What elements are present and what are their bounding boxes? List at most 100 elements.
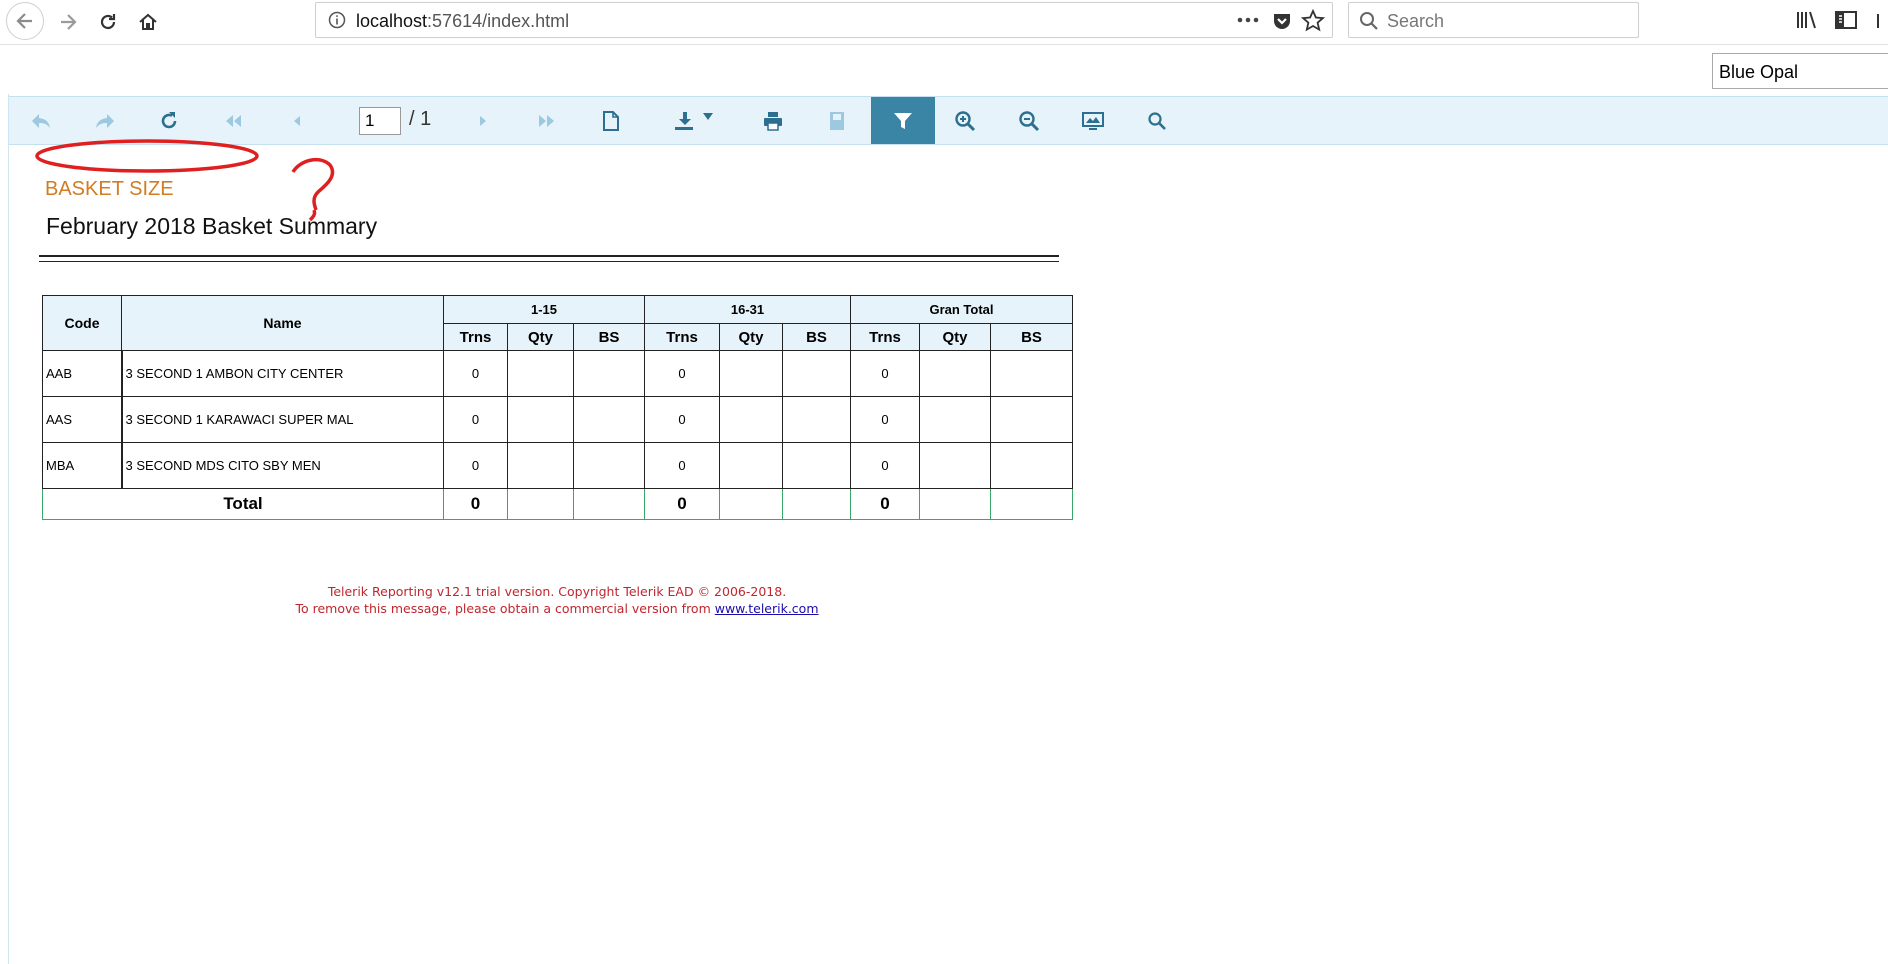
trial-notice-line1: Telerik Reporting v12.1 trial version. C… — [327, 584, 787, 599]
trial-notice: Telerik Reporting v12.1 trial version. C… — [0, 583, 1114, 617]
info-icon[interactable] — [328, 11, 346, 29]
history-forward-button[interactable] — [79, 97, 131, 144]
menu-icon[interactable] — [1876, 10, 1886, 32]
browser-toolbar: localhost:57614/index.html Search — [0, 0, 1888, 45]
column-header-qty: Qty — [507, 323, 574, 351]
telerik-link[interactable]: www.telerik.com — [715, 601, 819, 616]
cell-name: 3 SECOND 1 KARAWACI SUPER MAL — [121, 396, 444, 443]
total-qty-1-15 — [507, 488, 574, 520]
report-title: February 2018 Basket Summary — [46, 213, 378, 239]
cell-trns-1-15: 0 — [443, 350, 508, 397]
cell-qty-16-31 — [719, 442, 783, 489]
zoom-out-button[interactable] — [1003, 97, 1055, 144]
cell-trns-total: 0 — [850, 350, 920, 397]
total-qty-16-31 — [719, 488, 783, 520]
search-icon — [1148, 111, 1166, 130]
back-icon — [32, 113, 50, 128]
next-page-button[interactable] — [457, 97, 509, 144]
reload-icon — [100, 14, 116, 30]
cell-trns-1-15: 0 — [443, 442, 508, 489]
total-qty-total — [919, 488, 991, 520]
url-path: :57614/index.html — [427, 11, 570, 31]
cell-trns-16-31: 0 — [644, 350, 720, 397]
theme-select[interactable]: Blue Opal — [1712, 53, 1888, 89]
table-row: MBA 3 SECOND MDS CITO SBY MEN 0 0 0 — [42, 442, 1073, 489]
trial-notice-line2: To remove this message, please obtain a … — [0, 600, 1114, 617]
print-preview-button[interactable] — [585, 97, 637, 144]
column-header-bs: BS — [782, 323, 851, 351]
cell-bs-16-31 — [782, 350, 851, 397]
document-map-icon — [830, 111, 844, 130]
url-host: localhost — [356, 11, 428, 31]
zoom-out-icon — [1019, 110, 1040, 131]
toggle-print-preview-icon — [603, 110, 619, 131]
browser-back-button[interactable] — [6, 2, 44, 40]
total-bs-1-15 — [573, 488, 645, 520]
search-report-button[interactable] — [1131, 97, 1183, 144]
url-text: localhost:57614/index.html — [356, 11, 569, 32]
export-button[interactable] — [659, 97, 729, 144]
column-header-trns: Trns — [443, 323, 508, 351]
search-icon — [1360, 12, 1378, 30]
bookmark-star-icon[interactable] — [1301, 9, 1325, 33]
url-bar[interactable]: localhost:57614/index.html — [315, 2, 1333, 38]
scale-mode-icon — [1082, 111, 1104, 130]
column-header-trns: Trns — [850, 323, 920, 351]
zoom-in-button[interactable] — [939, 97, 991, 144]
column-group-1-15: 1-15 — [443, 295, 645, 324]
browser-reload-button[interactable] — [88, 2, 128, 42]
zoom-in-icon — [955, 110, 976, 131]
scale-mode-button[interactable] — [1067, 97, 1119, 144]
total-bs-total — [990, 488, 1073, 520]
browser-search-field[interactable]: Search — [1348, 2, 1639, 38]
total-trns-16-31: 0 — [644, 488, 720, 520]
parameters-button[interactable] — [871, 97, 935, 144]
forward-icon — [96, 113, 114, 128]
cell-trns-total: 0 — [850, 442, 920, 489]
cell-trns-16-31: 0 — [644, 442, 720, 489]
cell-qty-1-15 — [507, 442, 574, 489]
arrow-right-icon — [61, 14, 77, 30]
cell-qty-1-15 — [507, 396, 574, 443]
theme-select-value: Blue Opal — [1719, 62, 1799, 82]
browser-forward-button[interactable] — [48, 2, 88, 42]
cell-trns-16-31: 0 — [644, 396, 720, 443]
total-trns-total: 0 — [850, 488, 920, 520]
cell-trns-1-15: 0 — [443, 396, 508, 443]
refresh-icon — [161, 111, 177, 128]
trial-notice-text: To remove this message, please obtain a … — [295, 601, 715, 616]
refresh-report-button[interactable] — [143, 97, 195, 144]
report-subtitle: BASKET SIZE — [45, 178, 174, 200]
column-header-code: Code — [42, 295, 122, 351]
total-trns-1-15: 0 — [443, 488, 508, 520]
column-group-16-31: 16-31 — [644, 295, 851, 324]
cell-bs-16-31 — [782, 396, 851, 443]
previous-page-icon — [294, 115, 300, 126]
document-map-button[interactable] — [811, 97, 863, 144]
print-button[interactable] — [747, 97, 799, 144]
cell-qty-16-31 — [719, 350, 783, 397]
cell-qty-total — [919, 396, 991, 443]
first-page-button[interactable] — [207, 97, 259, 144]
total-label: Total — [42, 488, 444, 520]
page-number-input[interactable] — [359, 107, 401, 135]
page-count-label: / 1 — [409, 108, 432, 130]
sidebar-icon[interactable] — [1834, 9, 1858, 31]
previous-page-button[interactable] — [271, 97, 323, 144]
pocket-icon[interactable] — [1271, 10, 1293, 32]
cell-bs-total — [990, 396, 1073, 443]
history-back-button[interactable] — [15, 97, 67, 144]
last-page-button[interactable] — [521, 97, 573, 144]
browser-home-button[interactable] — [128, 2, 168, 42]
library-icon[interactable] — [1795, 9, 1819, 31]
cell-qty-total — [919, 442, 991, 489]
cell-code: AAS — [42, 396, 123, 443]
cell-bs-1-15 — [573, 350, 645, 397]
column-header-qty: Qty — [719, 323, 783, 351]
more-actions-icon[interactable] — [1236, 16, 1260, 24]
cell-bs-total — [990, 350, 1073, 397]
cell-bs-1-15 — [573, 442, 645, 489]
chevron-down-icon — [703, 112, 713, 120]
print-icon — [764, 111, 782, 131]
cell-name: 3 SECOND MDS CITO SBY MEN — [121, 442, 444, 489]
